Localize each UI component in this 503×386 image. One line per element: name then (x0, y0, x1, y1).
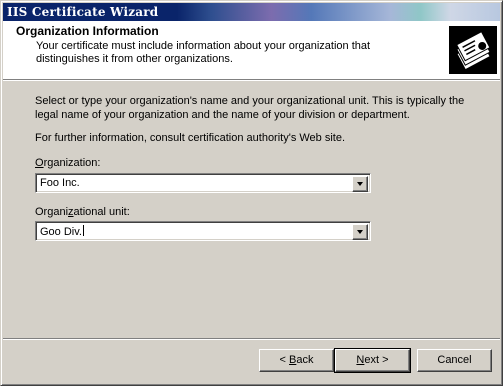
header-divider (3, 80, 500, 81)
unit-input[interactable]: Goo Div. (40, 225, 84, 238)
window-title: IIS Certificate Wizard (7, 5, 159, 19)
back-button[interactable]: < Back (259, 349, 334, 372)
next-button[interactable]: Next > (334, 348, 411, 373)
organization-dropdown-arrow-icon[interactable] (352, 176, 368, 192)
instructions-text: Select or type your organization's name … (35, 95, 465, 121)
title-bar[interactable]: IIS Certificate Wizard (3, 3, 500, 21)
organization-combobox[interactable]: Foo Inc. (35, 173, 371, 193)
organization-label: Organization: (35, 157, 101, 169)
page-subtitle: Your certificate must include informatio… (36, 40, 371, 65)
unit-combobox[interactable]: Goo Div. (35, 221, 371, 241)
wizard-window: IIS Certificate Wizard Organization Info… (0, 0, 503, 386)
wizard-header: Organization Information Your certificat… (3, 21, 500, 80)
cancel-button[interactable]: Cancel (417, 349, 492, 372)
page-title: Organization Information (16, 24, 159, 38)
unit-label: Organizational unit: (35, 206, 130, 218)
unit-dropdown-arrow-icon[interactable] (352, 224, 368, 240)
organization-input[interactable]: Foo Inc. (40, 177, 80, 189)
certificate-icon (449, 26, 497, 74)
text-caret (82, 225, 84, 236)
further-info-text: For further information, consult certifi… (35, 132, 346, 144)
